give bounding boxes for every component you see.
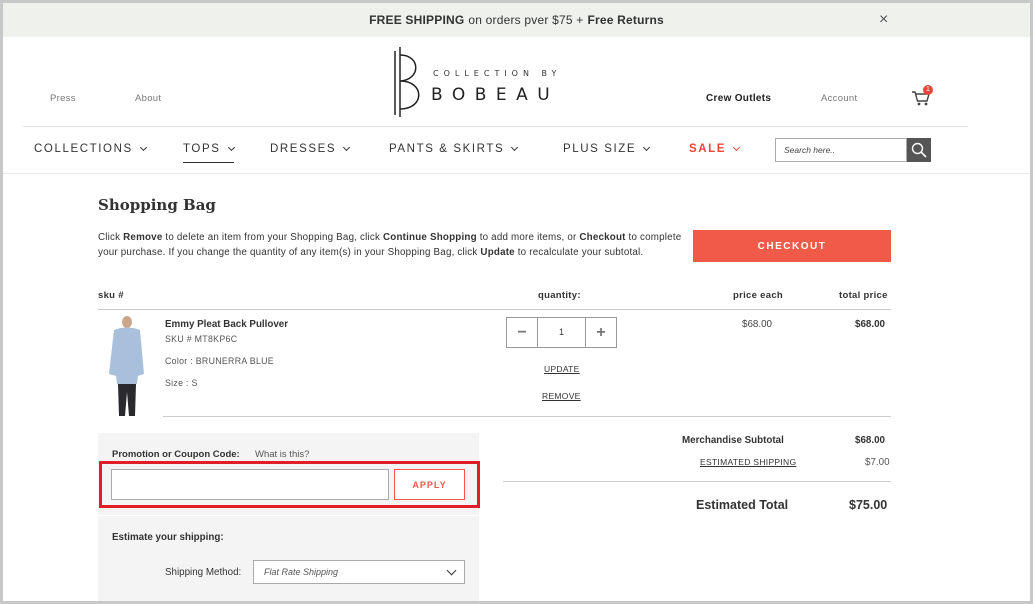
nav-label: SALE — [689, 143, 727, 155]
nav-pants-skirts[interactable]: PANTS & SKIRTS — [389, 143, 519, 155]
header-divider — [23, 126, 968, 127]
press-link[interactable]: Press — [50, 93, 76, 104]
column-header-sku: sku # — [98, 290, 124, 301]
instructions-text: Click Remove to delete an item from your… — [98, 231, 683, 260]
browser-page: FREE SHIPPING on orders pver $75 + Free … — [3, 3, 1030, 601]
price-each-value: $68.00 — [742, 319, 772, 330]
quantity-decrease-button[interactable]: − — [506, 317, 538, 348]
search-icon — [911, 142, 927, 158]
subtotal-label: Merchandise Subtotal — [682, 435, 784, 446]
intro-checkout: Checkout — [579, 232, 626, 243]
quantity-increase-button[interactable]: + — [585, 317, 617, 348]
nav-label: PLUS SIZE — [563, 143, 637, 155]
column-header-total-price: total price — [839, 290, 888, 301]
brand-logo[interactable]: COLLECTION BY BOBEAU — [391, 47, 601, 117]
column-header-quantity: quantity: — [538, 290, 581, 301]
quantity-input[interactable]: 1 — [537, 317, 586, 348]
intro-remove: Remove — [123, 232, 163, 243]
total-price-value: $68.00 — [855, 319, 885, 330]
search-button[interactable] — [907, 138, 931, 162]
intro-continue: Continue Shopping — [383, 232, 477, 243]
nav-sale[interactable]: SALE — [689, 143, 741, 155]
product-image[interactable] — [104, 316, 148, 418]
shipping-value: $7.00 — [865, 457, 890, 468]
product-color: Color : BRUNERRA BLUE — [165, 356, 274, 366]
logo-subtitle: COLLECTION BY — [433, 69, 562, 78]
about-link[interactable]: About — [135, 93, 161, 104]
chevron-down-icon — [343, 143, 351, 152]
update-link[interactable]: UPDATE — [544, 364, 580, 374]
column-header-price-each: price each — [733, 290, 783, 301]
product-name[interactable]: Emmy Pleat Back Pullover — [165, 319, 288, 330]
what-is-this-link[interactable]: What is this? — [255, 449, 309, 460]
nav-collections[interactable]: COLLECTIONS — [34, 143, 147, 155]
chevron-down-icon — [733, 143, 741, 152]
nav-label: PANTS & SKIRTS — [389, 143, 505, 155]
coupon-code-input[interactable] — [111, 469, 389, 500]
nav-label: DRESSES — [270, 143, 337, 155]
search-input[interactable]: Search here.. — [775, 138, 907, 162]
totals-divider — [503, 481, 891, 482]
promo-middle-text: on orders pver $75 + — [468, 13, 584, 27]
nav-tops[interactable]: TOPS — [183, 143, 235, 163]
nav-label: COLLECTIONS — [34, 143, 133, 155]
product-size: Size : S — [165, 378, 198, 388]
logo-wordmark: BOBEAU — [431, 85, 560, 105]
checkout-button[interactable]: CHECKOUT — [693, 230, 891, 262]
row-divider — [163, 416, 891, 417]
promo-bar: FREE SHIPPING on orders pver $75 + Free … — [3, 3, 1030, 37]
chevron-down-icon — [139, 143, 147, 152]
page-title: Shopping Bag — [98, 196, 216, 214]
cart-count-badge: 1 — [923, 85, 933, 95]
chevron-down-icon — [511, 143, 519, 152]
table-header-divider — [98, 309, 891, 310]
close-icon[interactable]: × — [879, 11, 888, 29]
intro-text: to recalculate your subtotal. — [514, 246, 644, 258]
estimated-total-label: Estimated Total — [696, 498, 789, 512]
promo-free-shipping: FREE SHIPPING — [369, 13, 465, 27]
crew-outlets-link[interactable]: Crew Outlets — [706, 93, 771, 104]
shipping-method-select[interactable]: Flat Rate Shipping — [253, 560, 465, 584]
chevron-down-icon — [227, 143, 235, 152]
intro-text: to delete an item from your Shopping Bag… — [162, 232, 384, 243]
intro-text: Click — [98, 232, 124, 243]
coupon-label: Promotion or Coupon Code: — [112, 449, 240, 460]
intro-text: to add more items, or — [476, 232, 580, 243]
account-link[interactable]: Account — [821, 93, 857, 104]
subtotal-value: $68.00 — [855, 435, 885, 446]
nav-plus-size[interactable]: PLUS SIZE — [563, 143, 651, 155]
shipping-method-label: Shipping Method: — [165, 567, 242, 578]
estimate-shipping-title: Estimate your shipping: — [112, 532, 224, 543]
promo-free-returns: Free Returns — [587, 13, 664, 27]
nav-label: TOPS — [183, 143, 221, 155]
remove-link[interactable]: REMOVE — [542, 391, 581, 401]
panel-divider — [98, 515, 479, 516]
intro-update: Update — [480, 246, 515, 258]
chevron-down-icon — [643, 143, 651, 152]
estimated-shipping-link[interactable]: ESTIMATED SHIPPING — [700, 457, 796, 467]
logo-mark-icon — [394, 47, 420, 117]
product-sku: SKU # MT8KP6C — [165, 334, 238, 344]
nav-divider — [3, 173, 1030, 174]
nav-dresses[interactable]: DRESSES — [270, 143, 351, 155]
apply-button[interactable]: APPLY — [394, 469, 465, 500]
estimated-total-value: $75.00 — [849, 498, 888, 512]
